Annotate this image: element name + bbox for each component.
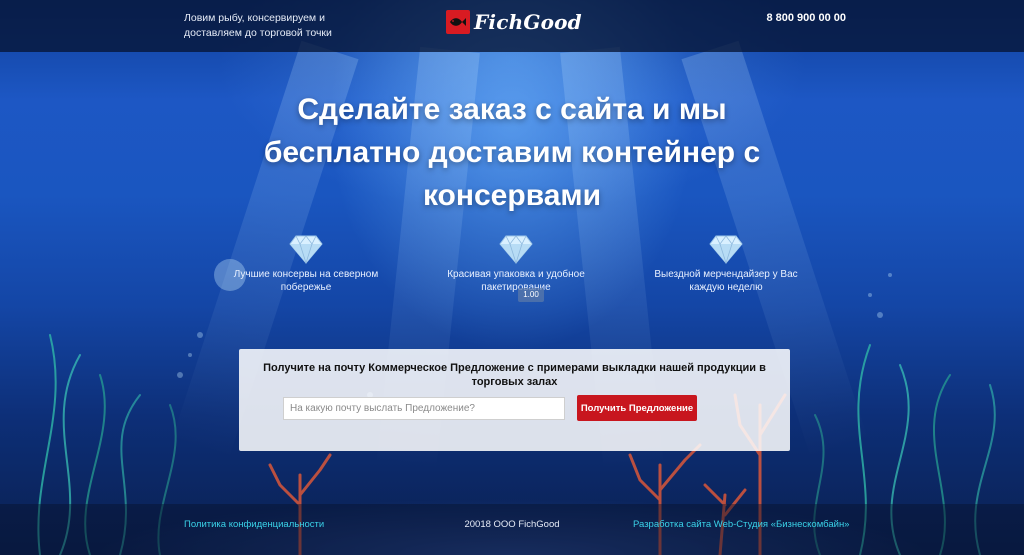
header-tagline: Ловим рыбу, консервируем и доставляем до…	[184, 12, 332, 39]
feature-text: Красивая упаковка и удобное пакетировани…	[447, 269, 585, 293]
privacy-policy-link[interactable]: Политика конфиденциальности	[184, 519, 324, 530]
feature-text: Выездной мерчендайзер у Вас каждую недел…	[654, 269, 798, 293]
features-list: Лучшие консервы на северном побережье Кр…	[0, 234, 1024, 304]
site-header: Ловим рыбу, консервируем и доставляем до…	[0, 0, 1024, 52]
zoom-tooltip: 1.00	[518, 288, 544, 302]
site-footer: 20018 ООО FichGood Политика конфиденциал…	[0, 504, 1024, 555]
developer-link[interactable]: Разработка сайта Web-Студия «Бизнескомба…	[633, 519, 849, 530]
diamond-icon	[289, 235, 323, 264]
copyright-text: 20018 ООО FichGood	[464, 519, 560, 530]
logo-text: FichGood	[474, 10, 582, 34]
logo-link[interactable]: FichGood	[446, 10, 582, 34]
form-title: Получите на почту Коммерческое Предложен…	[263, 362, 766, 388]
feature-text: Лучшие консервы на северном побережье	[233, 269, 379, 293]
email-input[interactable]	[283, 397, 565, 420]
feature-item: Лучшие консервы на северном побережье	[226, 234, 386, 294]
diamond-icon	[709, 235, 743, 264]
diamond-icon	[499, 235, 533, 264]
feature-item: Красивая упаковка и удобное пакетировани…	[436, 234, 596, 294]
feature-item: Выездной мерчендайзер у Вас каждую недел…	[646, 234, 806, 294]
offer-form: Получите на почту Коммерческое Предложен…	[239, 349, 790, 451]
fish-icon	[446, 10, 470, 34]
get-offer-button[interactable]: Получить Предложение	[577, 395, 697, 421]
hero-title: Сделайте заказ с сайта и мы бесплатно до…	[263, 93, 761, 212]
phone-link[interactable]: 8 800 900 00 00	[766, 12, 846, 24]
